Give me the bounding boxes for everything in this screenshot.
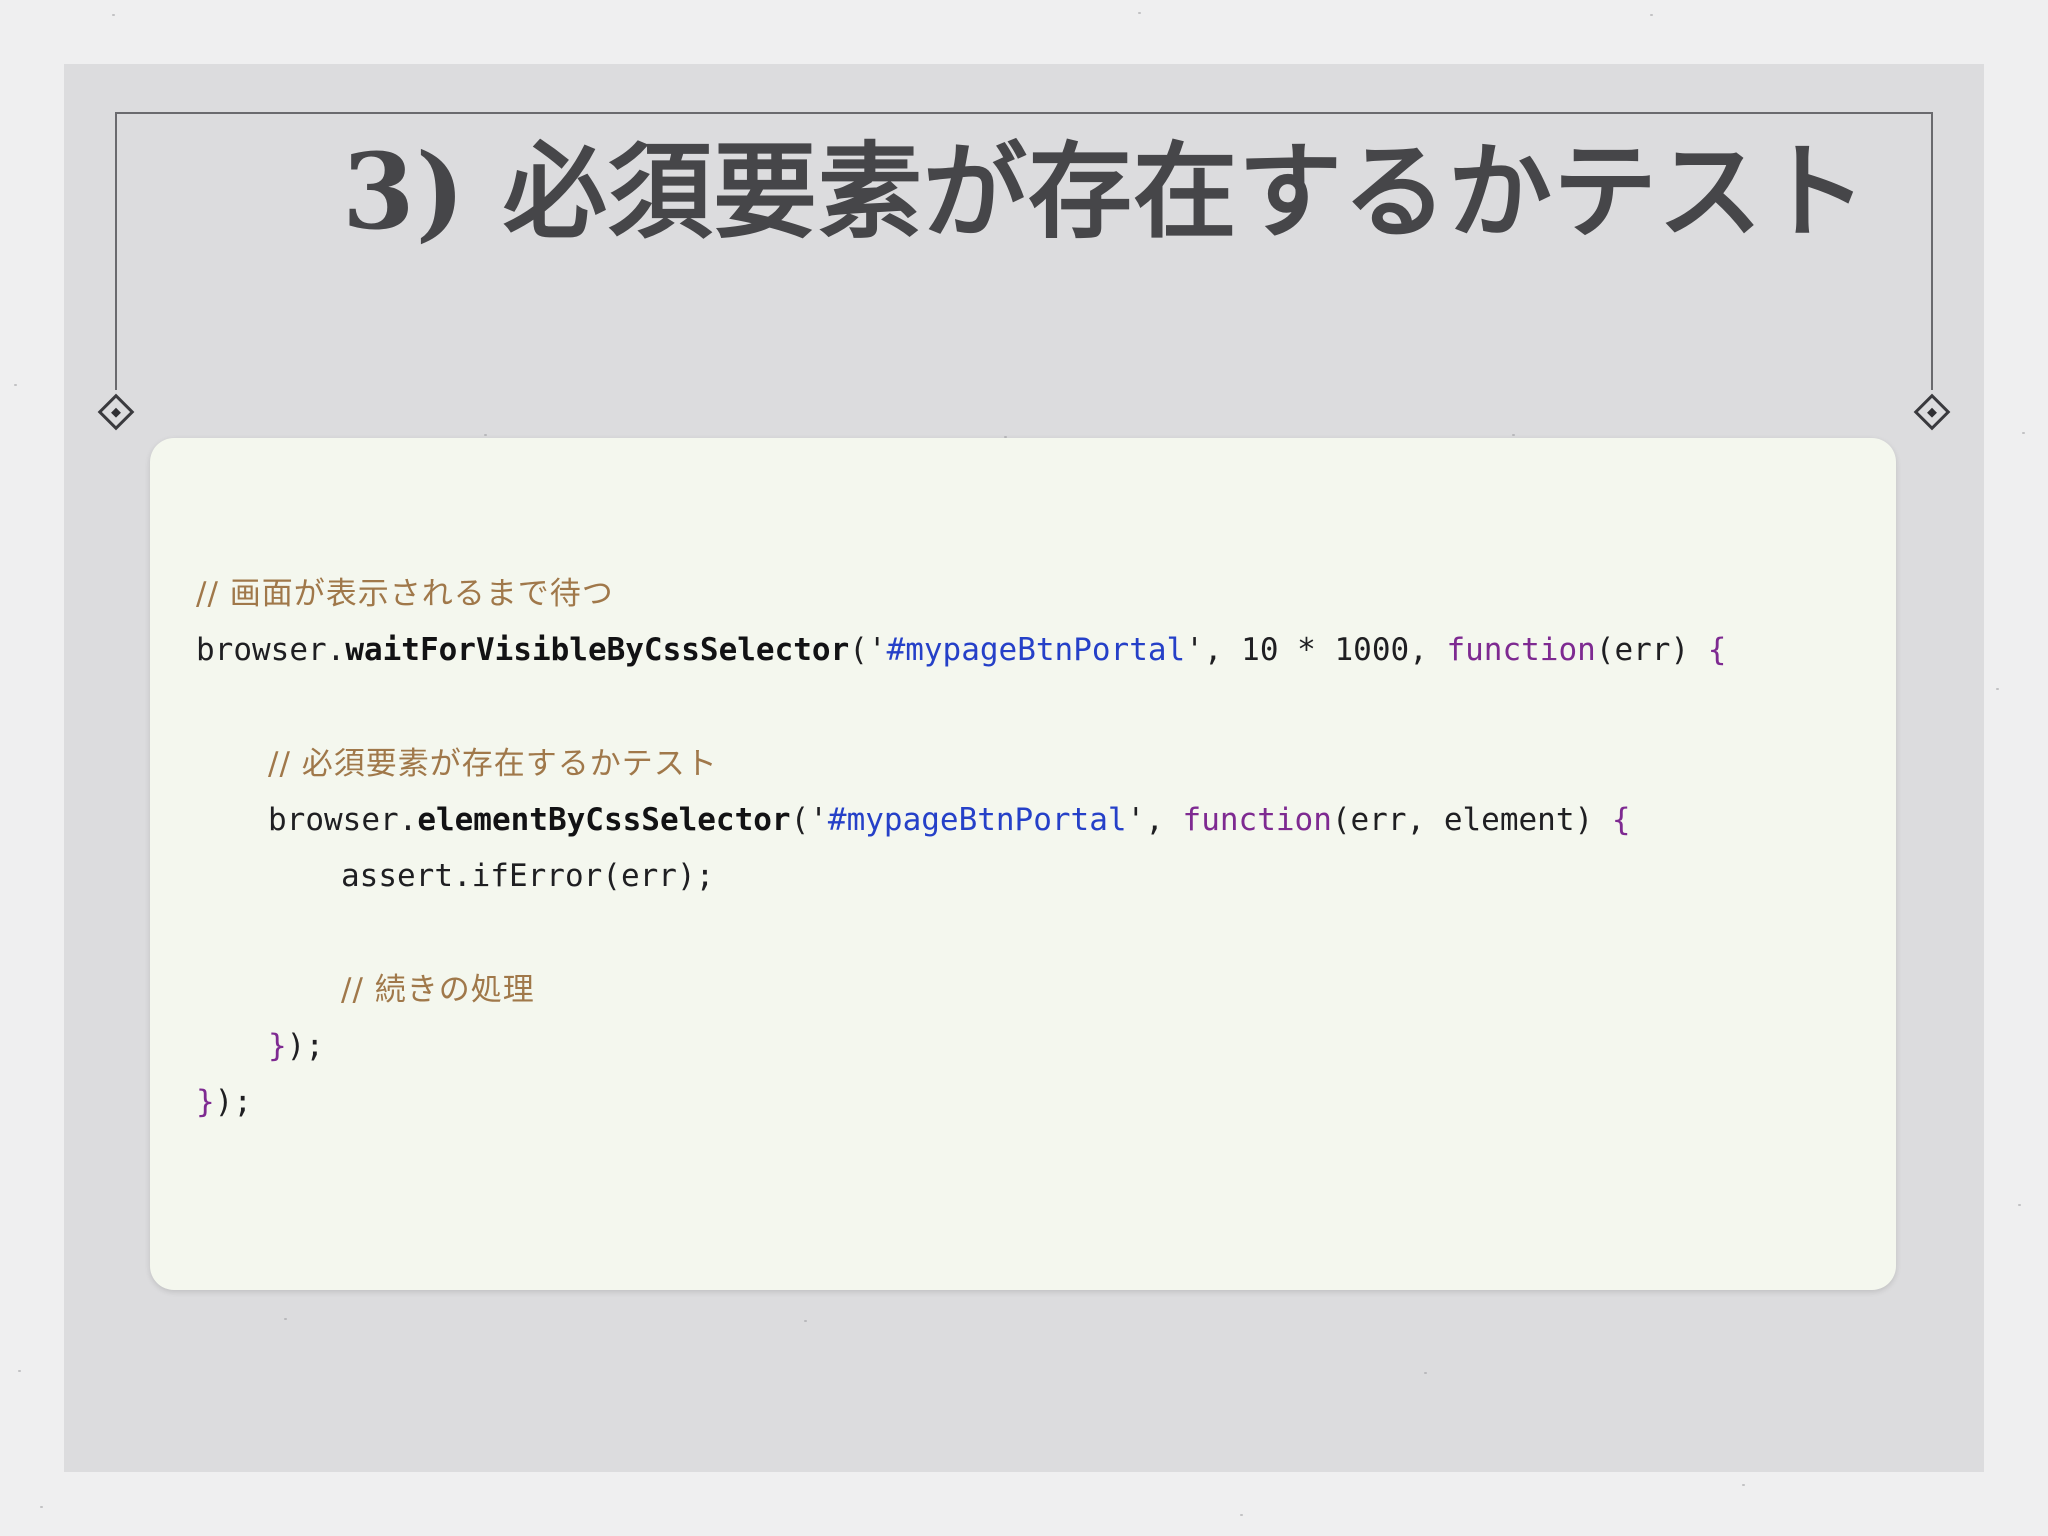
code-string: #mypageBtnPortal — [827, 802, 1127, 838]
code-object: browser. — [268, 802, 418, 838]
code-brace: { — [1611, 802, 1631, 838]
code-punctuation: (' — [790, 802, 828, 838]
background-speck — [40, 1506, 43, 1508]
code-comment: // 続きの処理 — [341, 972, 535, 1008]
code-comment: // 画面が表示されるまで待つ — [196, 576, 614, 612]
code-line-1: // 画面が表示されるまで待つ — [196, 574, 614, 614]
code-block: // 画面が表示されるまで待つ browser.waitForVisibleBy… — [150, 438, 1896, 1290]
title-frame-right-line — [1931, 112, 1933, 390]
code-brace: } — [196, 1084, 215, 1120]
code-punctuation: ); — [286, 1028, 324, 1064]
code-line-6: // 続きの処理 — [341, 970, 535, 1010]
slide-speck — [1512, 434, 1515, 436]
code-line-2: browser.waitForVisibleByCssSelector('#my… — [196, 630, 1726, 670]
code-brace: { — [1707, 632, 1727, 668]
code-object: browser. — [196, 632, 346, 668]
code-line-8: }); — [196, 1082, 252, 1122]
code-brace: } — [268, 1028, 287, 1064]
code-arguments: ', 10 * 1000, — [1185, 632, 1447, 668]
code-line-5: assert.ifError(err); — [341, 856, 714, 896]
code-line-3: // 必須要素が存在するかテスト — [268, 744, 718, 784]
background-speck — [1650, 14, 1653, 16]
slide-speck — [1424, 1372, 1427, 1374]
code-keyword: function — [1446, 632, 1596, 668]
background-speck — [14, 384, 17, 386]
code-keyword: function — [1182, 802, 1332, 838]
slide-speck — [804, 1320, 807, 1322]
background-speck — [1240, 1514, 1243, 1516]
slide-title: 3) 必須要素が存在するかテスト — [342, 130, 1868, 253]
code-method: waitForVisibleByCssSelector — [345, 632, 850, 668]
slide-speck — [284, 1318, 287, 1320]
title-frame-top-line — [115, 112, 1933, 114]
code-punctuation: ); — [214, 1084, 252, 1120]
code-statement: assert.ifError(err); — [341, 858, 715, 894]
code-arguments: ', — [1126, 802, 1183, 838]
code-method: elementByCssSelector — [417, 802, 791, 838]
background-speck — [1996, 688, 1999, 690]
code-params: (err) — [1595, 632, 1708, 668]
slide-speck — [484, 434, 487, 436]
background-speck — [112, 14, 115, 16]
code-params: (err, element) — [1331, 802, 1612, 838]
code-line-4: browser.elementByCssSelector('#mypageBtn… — [268, 800, 1631, 840]
background-speck — [2022, 432, 2025, 434]
background-speck — [2018, 1204, 2021, 1206]
code-string: #mypageBtnPortal — [886, 632, 1186, 668]
background-speck — [1742, 1484, 1745, 1486]
code-punctuation: (' — [849, 632, 887, 668]
code-line-7: }); — [268, 1026, 324, 1066]
background-speck — [1138, 12, 1141, 14]
code-comment: // 必須要素が存在するかテスト — [268, 746, 718, 782]
background-speck — [18, 1370, 21, 1372]
title-frame-left-line — [115, 112, 117, 390]
